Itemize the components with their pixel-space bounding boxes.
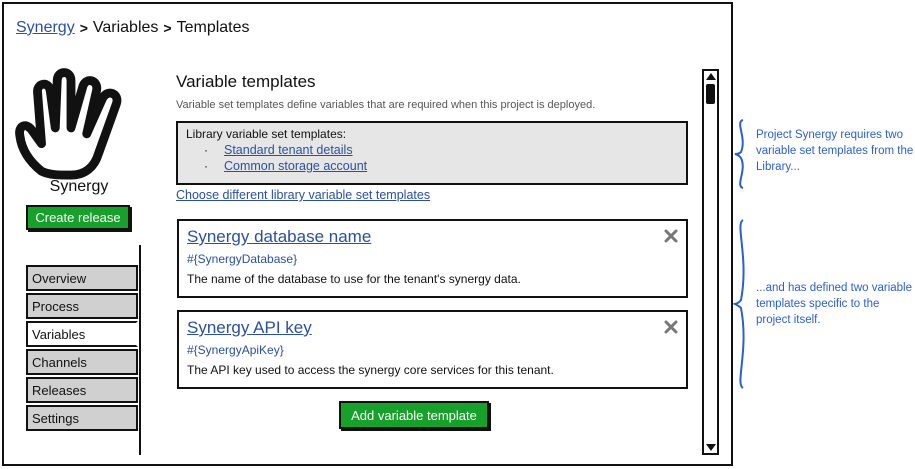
bullet: · xyxy=(204,143,208,157)
nav-item-releases[interactable]: Releases xyxy=(26,377,138,403)
annotation-library-note: Project Synergy requires two variable se… xyxy=(756,129,914,173)
template-card: Synergy API key #{SynergyApiKey} The API… xyxy=(177,310,688,389)
project-nav: Overview Process Variables Channels Rele… xyxy=(26,265,138,433)
project-logo-hand-icon xyxy=(15,68,122,180)
close-icon[interactable] xyxy=(664,229,678,243)
scroll-down-arrow-icon[interactable] xyxy=(706,444,716,451)
breadcrumb-project-link[interactable]: Synergy xyxy=(16,19,75,37)
scroll-up-arrow-icon[interactable] xyxy=(706,73,716,80)
page-title: Variable templates xyxy=(176,72,316,91)
nav-item-settings[interactable]: Settings xyxy=(26,405,138,431)
nav-item-overview[interactable]: Overview xyxy=(26,265,138,291)
breadcrumb: Synergy > Variables > Templates xyxy=(16,19,250,37)
template-description: The API key used to access the synergy c… xyxy=(187,363,554,377)
project-name: Synergy xyxy=(49,178,109,195)
nav-item-variables[interactable]: Variables xyxy=(26,321,138,347)
nav-item-channels[interactable]: Channels xyxy=(26,349,138,375)
list-item: · Standard tenant details xyxy=(186,143,678,157)
breadcrumb-templates: Templates xyxy=(176,19,250,36)
template-title-link[interactable]: Synergy API key xyxy=(187,318,678,338)
template-variable-name: #{SynergyApiKey} xyxy=(187,343,284,357)
nav-item-process[interactable]: Process xyxy=(26,293,138,319)
scrollbar[interactable] xyxy=(702,69,719,455)
annotation-brace-icon xyxy=(734,119,744,189)
template-title-link[interactable]: Synergy database name xyxy=(187,227,678,247)
breadcrumb-separator: > xyxy=(79,20,88,36)
library-link-standard-tenant[interactable]: Standard tenant details xyxy=(224,143,353,157)
template-description: The name of the database to use for the … xyxy=(187,272,521,286)
list-item: · Common storage account xyxy=(186,159,678,173)
template-variable-name: #{SynergyDatabase} xyxy=(187,252,298,266)
annotation-templates-note: ...and has defined two variable template… xyxy=(756,282,912,326)
create-release-button[interactable]: Create release xyxy=(26,205,130,230)
template-card: Synergy database name #{SynergyDatabase}… xyxy=(177,219,688,298)
bullet: · xyxy=(204,159,208,173)
library-heading: Library variable set templates: xyxy=(186,127,347,141)
scroll-thumb[interactable] xyxy=(706,84,715,104)
library-templates-box: Library variable set templates: · Standa… xyxy=(176,121,688,185)
annotation-brace-icon xyxy=(733,219,745,389)
choose-library-templates-link[interactable]: Choose different library variable set te… xyxy=(176,188,430,202)
breadcrumb-variables: Variables xyxy=(92,19,159,36)
breadcrumb-separator: > xyxy=(163,20,172,36)
add-variable-template-button[interactable]: Add variable template xyxy=(339,401,489,429)
page-description: Variable set templates define variables … xyxy=(176,99,596,111)
close-icon[interactable] xyxy=(664,320,678,334)
library-link-common-storage[interactable]: Common storage account xyxy=(224,159,367,173)
nav-divider xyxy=(139,245,141,455)
